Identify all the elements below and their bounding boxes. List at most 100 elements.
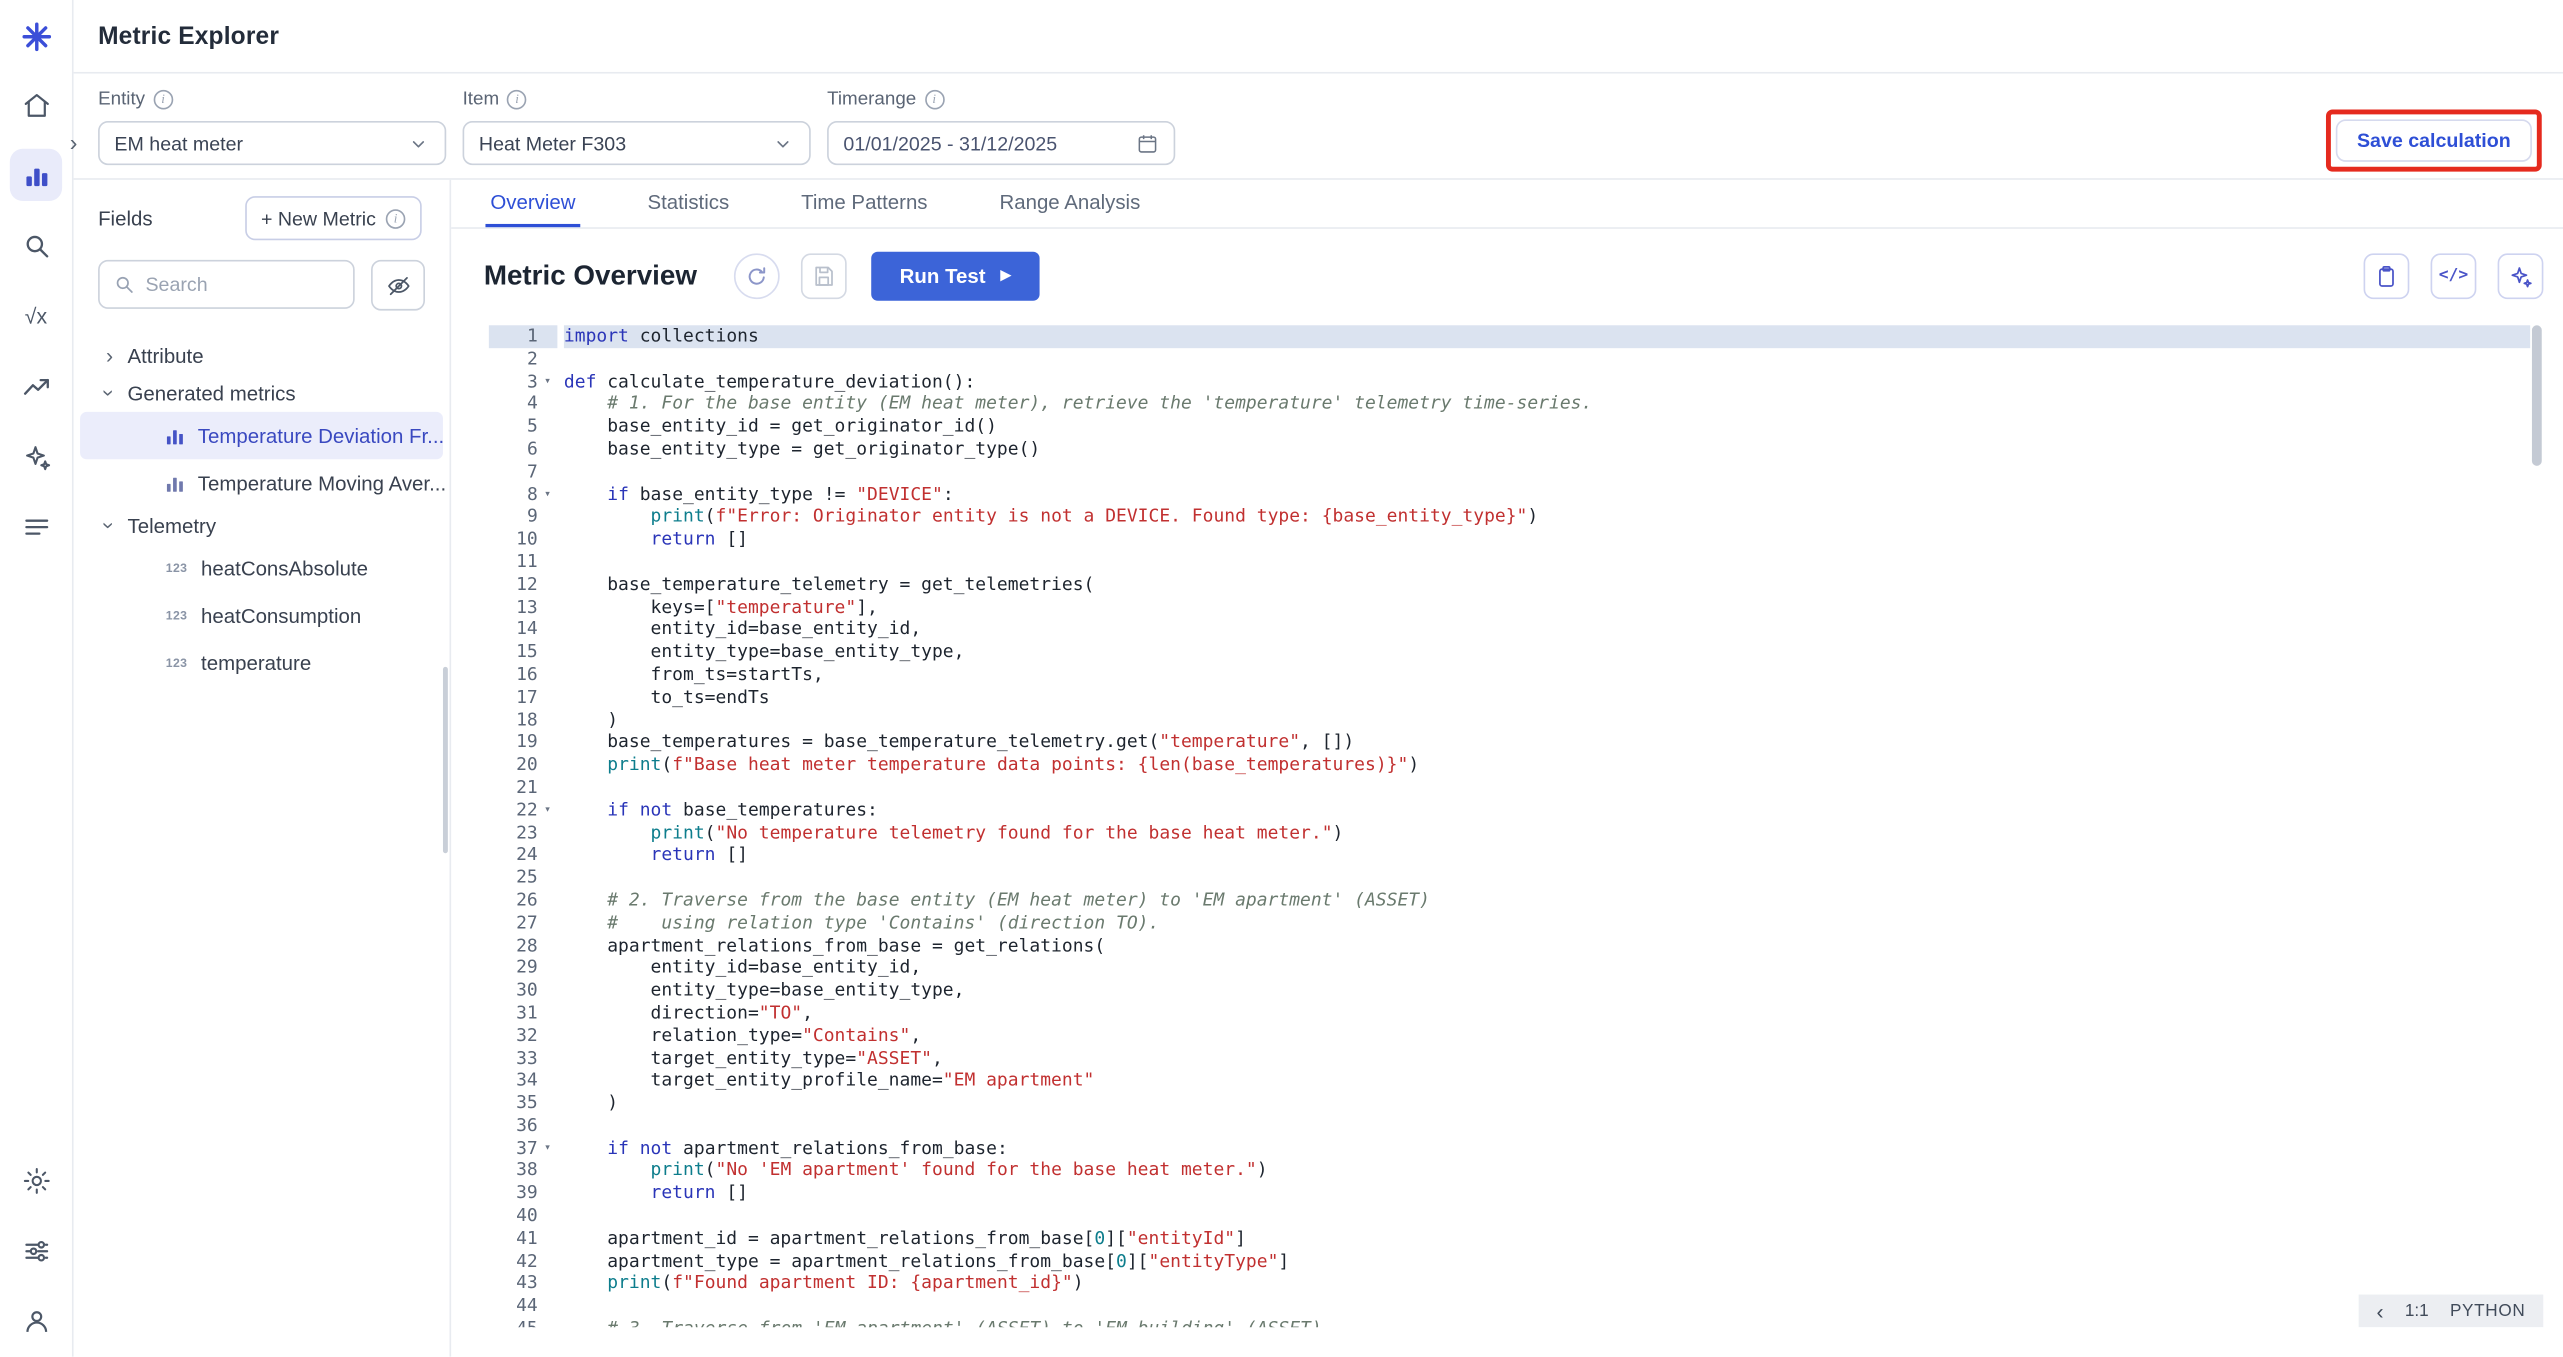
run-test-button[interactable]: Run Test ▶ xyxy=(872,251,1039,300)
code-line[interactable]: print("No 'EM apartment' found for the b… xyxy=(564,1160,2530,1183)
fold-toggle-icon[interactable]: ▾ xyxy=(538,483,558,506)
code-line[interactable]: entity_id=base_entity_id, xyxy=(564,957,2530,980)
code-line[interactable]: if not base_temperatures: xyxy=(564,799,2530,822)
code-line[interactable]: apartment_relations_from_base = get_rela… xyxy=(564,934,2530,957)
refresh-button[interactable] xyxy=(735,253,781,299)
code-line[interactable] xyxy=(564,1205,2530,1228)
code-line[interactable]: to_ts=endTs xyxy=(564,686,2530,709)
editor-code[interactable]: import collections def calculate_temperat… xyxy=(557,322,2530,1327)
code-line[interactable]: entity_type=base_entity_type, xyxy=(564,641,2530,664)
settings-gear-icon[interactable] xyxy=(10,1154,62,1206)
code-line[interactable]: print(f"Found apartment ID: {apartment_i… xyxy=(564,1272,2530,1295)
timerange-input[interactable]: 01/01/2025 - 31/12/2025 xyxy=(827,121,1175,165)
code-line[interactable]: # using relation type 'Contains' (direct… xyxy=(564,912,2530,935)
code-line[interactable]: relation_type="Contains", xyxy=(564,1024,2530,1047)
copy-button[interactable] xyxy=(2364,253,2410,299)
info-icon[interactable]: i xyxy=(507,90,527,110)
statusbar-collapse-icon[interactable]: ‹ xyxy=(2376,1300,2383,1321)
editor-scrollbar[interactable] xyxy=(2530,322,2543,1327)
home-nav-icon[interactable] xyxy=(10,78,62,130)
code-line[interactable]: def calculate_temperature_deviation(): xyxy=(564,370,2530,393)
info-icon[interactable]: i xyxy=(153,90,173,110)
search-field[interactable] xyxy=(98,260,355,309)
clipboard-icon xyxy=(2373,262,2399,288)
code-line[interactable]: # 1. For the base entity (EM heat meter)… xyxy=(564,393,2530,416)
code-line[interactable]: keys=["temperature"], xyxy=(564,596,2530,619)
code-line[interactable] xyxy=(564,1115,2530,1138)
code-line[interactable]: if not apartment_relations_from_base: xyxy=(564,1137,2530,1160)
tune-sliders-icon[interactable] xyxy=(10,1224,62,1276)
code-line[interactable]: from_ts=startTs, xyxy=(564,664,2530,687)
expand-panel-chevron-icon[interactable]: › xyxy=(60,127,86,156)
code-line[interactable]: # 3. Traverse from 'EM apartment' (ASSET… xyxy=(564,1318,2530,1328)
code-line[interactable]: apartment_type = apartment_relations_fro… xyxy=(564,1250,2530,1273)
code-line[interactable]: ) xyxy=(564,1092,2530,1115)
tree-group-telemetry[interactable]: ›Telemetry xyxy=(74,507,450,545)
code-line[interactable] xyxy=(564,867,2530,890)
trends-nav-icon[interactable] xyxy=(10,360,62,412)
code-line[interactable]: base_entity_id = get_originator_id() xyxy=(564,415,2530,438)
code-line[interactable]: if base_entity_type != "DEVICE": xyxy=(564,483,2530,506)
tab-statistics[interactable]: Statistics xyxy=(643,180,735,227)
ai-assist-button[interactable] xyxy=(2498,253,2544,299)
tree-item-temperature-moving-aver[interactable]: Temperature Moving Aver... xyxy=(80,459,443,506)
profile-person-icon[interactable] xyxy=(10,1295,62,1347)
tab-range-analysis[interactable]: Range Analysis xyxy=(995,180,1146,227)
code-line[interactable]: base_temperatures = base_temperature_tel… xyxy=(564,731,2530,754)
code-line[interactable]: target_entity_type="ASSET", xyxy=(564,1047,2530,1070)
code-line[interactable]: entity_id=base_entity_id, xyxy=(564,618,2530,641)
code-line[interactable]: print(f"Error: Originator entity is not … xyxy=(564,506,2530,529)
tree-group-attribute[interactable]: ›Attribute xyxy=(74,337,450,375)
hide-fields-button[interactable] xyxy=(371,260,425,311)
search-input[interactable] xyxy=(145,273,340,296)
tree-group-generated-metrics[interactable]: ›Generated metrics xyxy=(74,374,450,412)
save-draft-button[interactable] xyxy=(802,253,848,299)
fold-toggle-icon[interactable]: ▾ xyxy=(538,799,558,822)
metric-explorer-nav-icon[interactable] xyxy=(10,149,62,201)
code-line[interactable]: return [] xyxy=(564,1182,2530,1205)
save-calculation-button[interactable]: Save calculation xyxy=(2336,119,2532,161)
ai-sparkle-nav-icon[interactable] xyxy=(10,430,62,482)
code-line[interactable]: return [] xyxy=(564,528,2530,551)
entity-select[interactable]: EM heat meter xyxy=(98,121,446,165)
tree-item-heatconsabsolute[interactable]: 123heatConsAbsolute xyxy=(80,544,443,591)
code-line[interactable]: base_temperature_telemetry = get_telemet… xyxy=(564,573,2530,596)
formula-nav-icon[interactable]: √x xyxy=(10,289,62,341)
info-icon[interactable]: i xyxy=(924,90,944,110)
bar-chart-icon xyxy=(165,426,185,446)
code-line[interactable]: base_entity_type = get_originator_type() xyxy=(564,438,2530,461)
tab-overview[interactable]: Overview xyxy=(485,180,580,227)
code-line[interactable]: entity_type=base_entity_type, xyxy=(564,979,2530,1002)
new-metric-button[interactable]: + New Metric i xyxy=(245,196,422,240)
code-line[interactable] xyxy=(564,776,2530,799)
code-line[interactable]: target_entity_profile_name="EM apartment… xyxy=(564,1069,2530,1092)
code-line[interactable]: apartment_id = apartment_relations_from_… xyxy=(564,1227,2530,1250)
code-editor[interactable]: 123▾45678▾910111213141516171819202122▾23… xyxy=(489,322,2544,1327)
code-line[interactable]: print(f"Base heat meter temperature data… xyxy=(564,754,2530,777)
tree-item-temperature-deviation-fr[interactable]: Temperature Deviation Fr... xyxy=(80,412,443,459)
chevron-down-icon xyxy=(407,132,430,155)
code-line[interactable] xyxy=(564,461,2530,484)
fold-toggle-icon[interactable]: ▾ xyxy=(538,370,558,393)
code-line[interactable] xyxy=(564,348,2530,371)
code-line[interactable] xyxy=(564,1295,2530,1318)
scrollbar-thumb[interactable] xyxy=(2532,325,2542,466)
list-menu-nav-icon[interactable] xyxy=(10,500,62,552)
code-view-button[interactable]: </> xyxy=(2431,253,2477,299)
chevron-down-icon: › xyxy=(99,385,120,401)
tab-time-patterns[interactable]: Time Patterns xyxy=(796,180,932,227)
panel-scrollbar-thumb[interactable] xyxy=(443,667,448,853)
item-select[interactable]: Heat Meter F303 xyxy=(463,121,811,165)
gutter-line-number: 11 xyxy=(489,551,558,574)
tree-item-heatconsumption[interactable]: 123heatConsumption xyxy=(80,592,443,639)
code-line[interactable]: return [] xyxy=(564,844,2530,867)
fold-toggle-icon[interactable]: ▾ xyxy=(538,1137,558,1160)
search-nav-icon[interactable] xyxy=(10,219,62,271)
code-line[interactable]: direction="TO", xyxy=(564,1002,2530,1025)
code-line[interactable]: print("No temperature telemetry found fo… xyxy=(564,821,2530,844)
code-line[interactable]: ) xyxy=(564,709,2530,732)
code-line[interactable]: # 2. Traverse from the base entity (EM h… xyxy=(564,889,2530,912)
tree-item-temperature[interactable]: 123temperature xyxy=(80,639,443,686)
code-line[interactable] xyxy=(564,551,2530,574)
code-line[interactable]: import collections xyxy=(564,325,2530,348)
